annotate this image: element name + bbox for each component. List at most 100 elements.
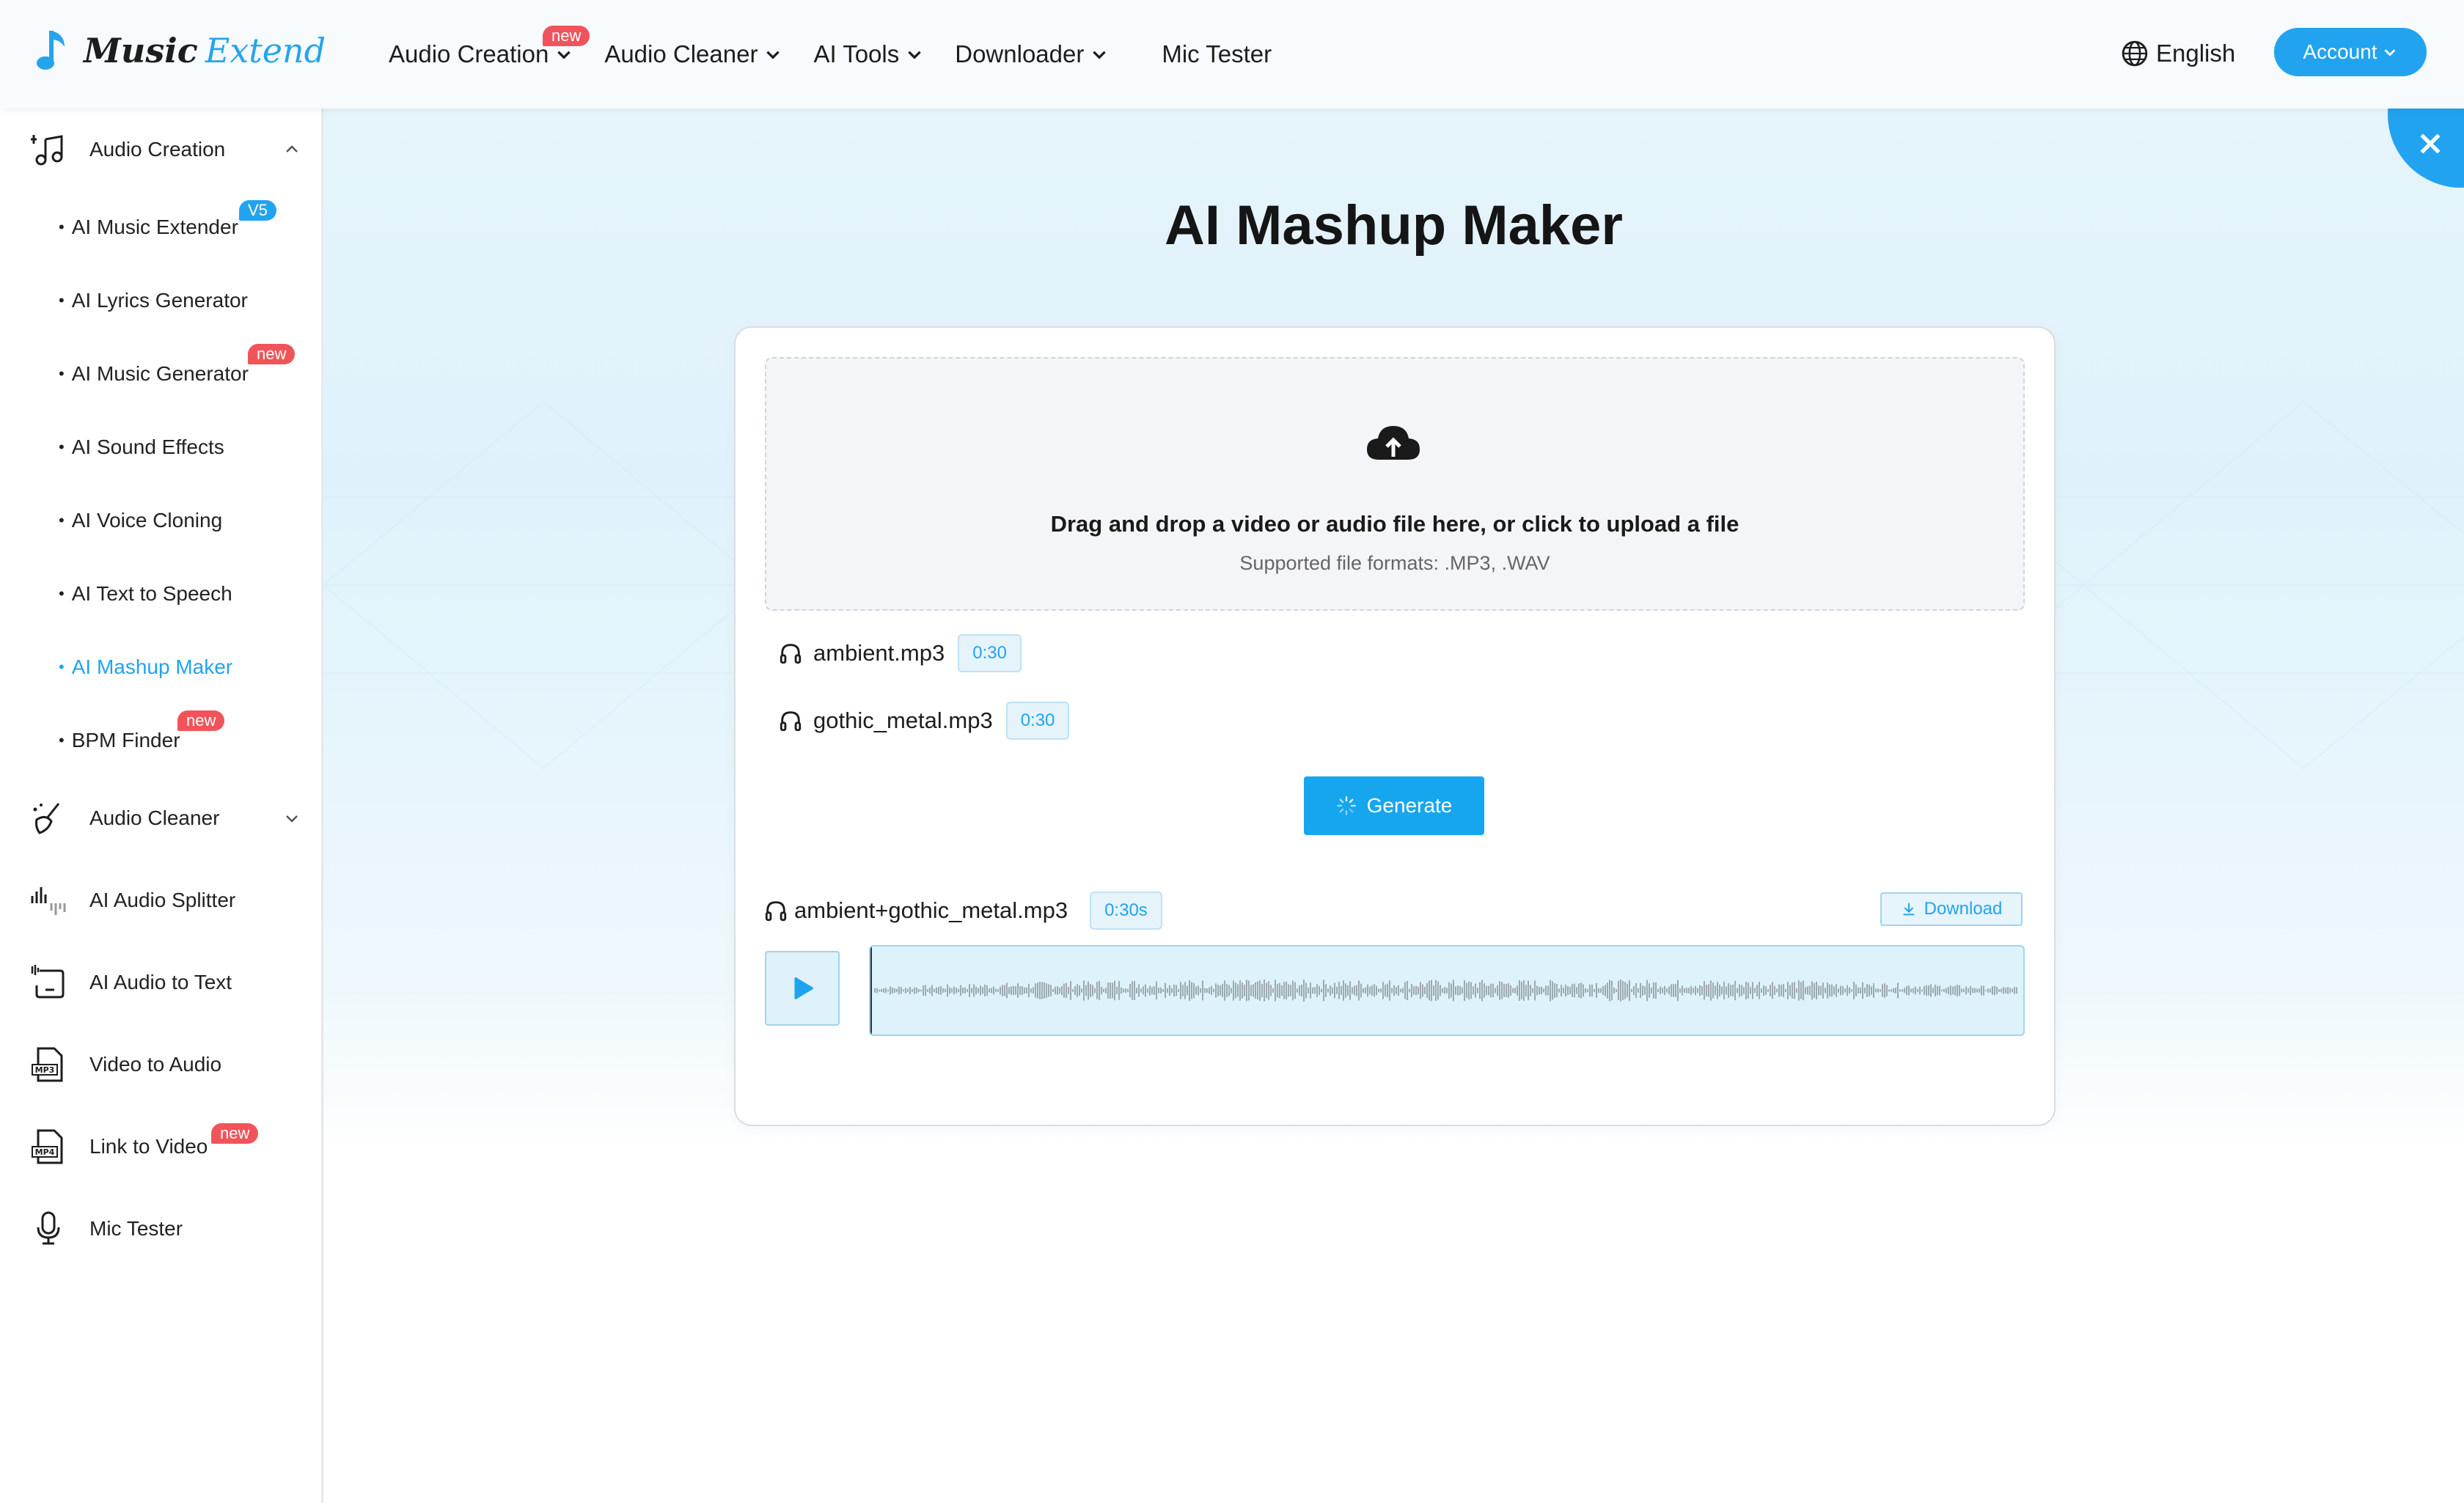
waveform-bars [874, 980, 2017, 1002]
audio-to-text-icon [31, 965, 65, 999]
sidebar-item-label: Mic Tester [89, 1217, 183, 1240]
download-button[interactable]: Download [1880, 892, 2023, 926]
new-badge: new [248, 344, 296, 364]
download-label: Download [1924, 899, 2003, 919]
logo-word-music: Music [84, 31, 198, 70]
generate-button[interactable]: Generate [1304, 776, 1484, 835]
play-icon [794, 977, 813, 999]
audio-waveform[interactable] [869, 945, 2025, 1036]
upload-dropzone[interactable]: Drag and drop a video or audio file here… [765, 357, 2025, 611]
dropzone-formats: Supported file formats: .MP3, .WAV [1239, 552, 1550, 574]
chevron-down-icon [2384, 49, 2395, 56]
file-name: ambient.mp3 [813, 640, 945, 666]
headphones-icon [780, 644, 802, 664]
account-label: Account [2303, 40, 2377, 63]
result-file-name: ambient+gothic_metal.mp3 [794, 897, 1068, 923]
waveform-icon [31, 887, 66, 915]
cloud-upload-icon [1367, 426, 1420, 460]
download-icon [1903, 903, 1914, 916]
chevron-down-icon [908, 51, 921, 59]
sidebar-item-label: Video to Audio [89, 1053, 222, 1076]
nav-ai-tools[interactable]: AI Tools [813, 40, 924, 68]
uploaded-file-row: gothic_metal.mp3 0:30 [778, 702, 1070, 740]
music-note-logo-icon [37, 31, 65, 70]
uploaded-file-row: ambient.mp3 0:30 [778, 634, 1022, 672]
sidebar-audio-cleaner-label: Audio Cleaner [89, 806, 220, 829]
nav-mic-tester[interactable]: Mic Tester [1162, 40, 1272, 68]
sidebar-audio-creation-label: Audio Creation [89, 138, 226, 161]
new-badge: new [177, 710, 225, 731]
mashup-card: Drag and drop a video or audio file here… [734, 326, 2056, 1126]
waveform-graphic [870, 947, 2017, 1035]
nav-downloader-label: Downloader [955, 40, 1085, 67]
chevron-down-icon [1093, 51, 1107, 59]
sidebar-item-video-to-audio[interactable]: MP3 Video to Audio [29, 1043, 301, 1087]
microphone-icon [37, 1211, 60, 1245]
sidebar-item-ai-voice-cloning[interactable]: • AI Voice Cloning [59, 502, 222, 539]
sidebar-item-ai-text-to-speech[interactable]: • AI Text to Speech [59, 576, 232, 612]
sidebar-item-label: AI Voice Cloning [71, 509, 223, 532]
v5-badge: V5 [239, 200, 276, 221]
sidebar-item-label: AI Audio Splitter [89, 889, 236, 911]
chevron-down-icon [766, 51, 780, 59]
loading-spinner-icon [1336, 796, 1356, 815]
sidebar: Audio Creation • AI Music Extender V5 • AI… [0, 109, 323, 1503]
sidebar-item-mic-tester[interactable]: Mic Tester [29, 1207, 301, 1251]
nav-mic-tester-label: Mic Tester [1162, 40, 1272, 67]
main-nav: Audio Creation new Audio Cleaner AI Tool… [389, 0, 1302, 109]
sidebar-section-audio-creation[interactable]: Audio Creation [29, 128, 301, 172]
chevron-down-icon [557, 51, 571, 59]
nav-audio-creation[interactable]: Audio Creation new [389, 26, 590, 68]
language-label: English [2156, 40, 2236, 67]
play-button[interactable] [765, 951, 840, 1026]
sidebar-item-label: AI Mashup Maker [71, 655, 233, 678]
result-duration-badge: 0:30s [1090, 892, 1162, 930]
sidebar-item-ai-music-extender[interactable]: • AI Music Extender V5 [59, 200, 276, 246]
dropzone-title: Drag and drop a video or audio file here… [1050, 511, 1739, 537]
close-icon [2420, 133, 2441, 154]
generate-label: Generate [1366, 794, 1453, 817]
new-badge: new [543, 26, 590, 46]
sidebar-item-label: AI Music Generator [71, 362, 249, 385]
sidebar-item-label: AI Music Extender [71, 216, 238, 238]
sidebar-item-ai-audio-to-text[interactable]: AI Audio to Text [29, 960, 301, 1004]
headphones-icon [765, 901, 787, 922]
sidebar-item-ai-music-generator[interactable]: • AI Music Generator new [59, 344, 296, 392]
sidebar-item-label: AI Audio to Text [89, 971, 232, 993]
logo-word-extend: Extend [205, 31, 326, 70]
chevron-up-icon [286, 145, 298, 152]
sidebar-item-bpm-finder[interactable]: • BPM Finder new [59, 710, 225, 759]
nav-ai-tools-label: AI Tools [813, 40, 900, 67]
sidebar-item-ai-sound-effects[interactable]: • AI Sound Effects [59, 429, 224, 466]
duration-badge: 0:30 [958, 634, 1022, 672]
new-badge: new [211, 1123, 259, 1144]
headphones-icon [780, 711, 802, 732]
file-name: gothic_metal.mp3 [813, 708, 993, 733]
sidebar-item-label: AI Text to Speech [71, 582, 232, 605]
nav-audio-cleaner[interactable]: Audio Cleaner [604, 40, 782, 68]
broom-icon [33, 803, 60, 834]
nav-audio-cleaner-label: Audio Cleaner [604, 40, 758, 67]
close-button[interactable] [2388, 41, 2464, 189]
svg-text:MP3: MP3 [35, 1065, 55, 1075]
account-button[interactable]: Account [2274, 28, 2427, 76]
logo[interactable]: Music Extend [35, 25, 326, 76]
sidebar-item-ai-lyrics-generator[interactable]: • AI Lyrics Generator [59, 282, 248, 319]
mp4-file-icon: MP4 [32, 1129, 63, 1164]
duration-badge: 0:30 [1005, 702, 1070, 740]
result-file-row: ambient+gothic_metal.mp3 0:30s [763, 892, 1162, 930]
svg-text:MP4: MP4 [35, 1147, 55, 1157]
sidebar-item-ai-mashup-maker[interactable]: • AI Mashup Maker [59, 649, 232, 686]
sidebar-item-link-to-video[interactable]: MP4 Link to Video new [29, 1123, 301, 1169]
sidebar-item-ai-audio-splitter[interactable]: AI Audio Splitter [29, 878, 301, 922]
top-header: Music Extend Audio Creation new Audio Cl… [0, 0, 2464, 109]
nav-downloader[interactable]: Downloader [955, 40, 1109, 68]
sidebar-section-audio-cleaner[interactable]: Audio Cleaner [29, 796, 301, 840]
language-selector[interactable]: English [2121, 35, 2235, 72]
page-title: AI Mashup Maker [1164, 194, 1624, 257]
sidebar-item-label: Link to Video [89, 1135, 208, 1158]
sidebar-item-label: BPM Finder [71, 729, 180, 752]
nav-audio-creation-label: Audio Creation [389, 40, 549, 67]
music-notes-icon [31, 135, 63, 166]
mp3-file-icon: MP3 [32, 1047, 63, 1082]
